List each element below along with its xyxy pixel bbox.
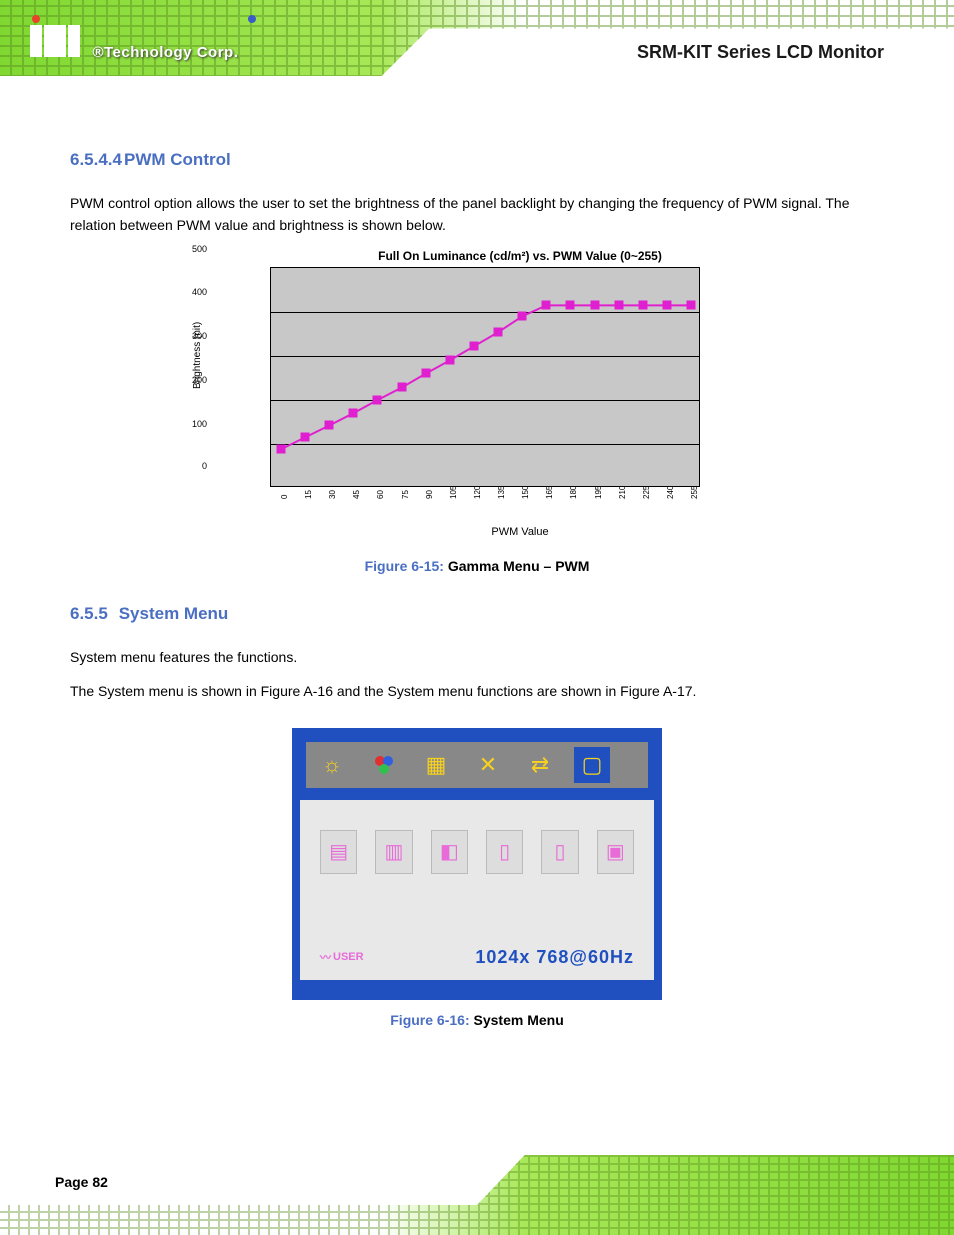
figure-number: Figure 6-15: [365,558,444,574]
figure-caption-text: System Menu [474,1012,564,1028]
section-title: System Menu [119,604,229,624]
plot-area [270,267,700,487]
main-content: 6.5.4.4 PWM Control PWM control option a… [0,150,954,1028]
x-axis-ticks: 0153045607590105120135150165180195210225… [270,487,770,501]
page-header: ®Technology Corp. SRM-KIT Series LCD Mon… [0,0,954,120]
pwm-chart: Full On Luminance (cd/m²) vs. PWM Value … [70,249,884,538]
brand-logo: ®Technology Corp. [30,25,238,62]
section-title: PWM Control [124,150,231,170]
osd-resolution: 1024x 768@60Hz [475,947,634,968]
chart-title: Full On Luminance (cd/m²) vs. PWM Value … [270,249,770,263]
page-number: Page 82 [55,1174,108,1190]
figure-caption-1: Figure 6-15: Gamma Menu – PWM [70,558,884,574]
figure-caption-text: Gamma Menu – PWM [448,558,590,574]
section-header-system: 6.5.5 System Menu [70,604,884,624]
section-number: 6.5.5 [70,604,108,624]
x-axis-label: PWM Value [270,526,770,538]
section-text: The System menu is shown in Figure A-16 … [70,680,884,702]
osd-item: ◧ [431,830,468,874]
osd-item: ▥ [375,830,412,874]
ytick: 100 [192,419,207,429]
osd-body: ▤ ▥ ◧ ▯ ▯ ▣ 〰USER 1024x 768@60Hz [300,800,654,980]
footer-circuit [0,1135,954,1235]
section-header-pwm: 6.5.4.4 PWM Control [70,150,884,170]
product-title: SRM-KIT Series LCD Monitor [637,42,884,63]
ytick: 200 [192,375,207,385]
ytick: 500 [192,244,207,254]
io-icon: ⇄ [522,747,558,783]
figure-caption-2: Figure 6-16: System Menu [70,1012,884,1028]
section-text: PWM control option allows the user to se… [70,192,884,237]
section-number: 6.5.4.4 [70,150,122,170]
osd-item: ▣ [597,830,634,874]
ytick: 0 [202,461,207,471]
osd-item-row: ▤ ▥ ◧ ▯ ▯ ▣ [320,830,634,874]
ytick: 400 [192,287,207,297]
ytick: 300 [192,331,207,341]
osd-user-label: 〰USER [320,949,364,965]
color-icon [366,747,402,783]
brand-text: ®Technology Corp. [92,44,238,61]
iei-logo-icon [30,25,80,57]
brightness-icon: ☼ [314,747,350,783]
tools-icon: ✕ [470,747,506,783]
figure-number: Figure 6-16: [390,1012,469,1028]
section-text: System menu features the functions. [70,646,884,668]
page-footer: Page 82 [0,1135,954,1235]
geometry-icon: ▦ [418,747,454,783]
osd-footer: 〰USER 1024x 768@60Hz [320,947,634,968]
osd-item: ▯ [486,830,523,874]
osd-item: ▯ [541,830,578,874]
osd-item: ▤ [320,830,357,874]
osd-screenshot: ☼ ▦ ✕ ⇄ ▢ ▤ ▥ ◧ ▯ ▯ ▣ 〰USER 1024x 768@60… [292,728,662,1000]
display-icon: ▢ [574,747,610,783]
osd-toolbar: ☼ ▦ ✕ ⇄ ▢ [300,736,654,794]
